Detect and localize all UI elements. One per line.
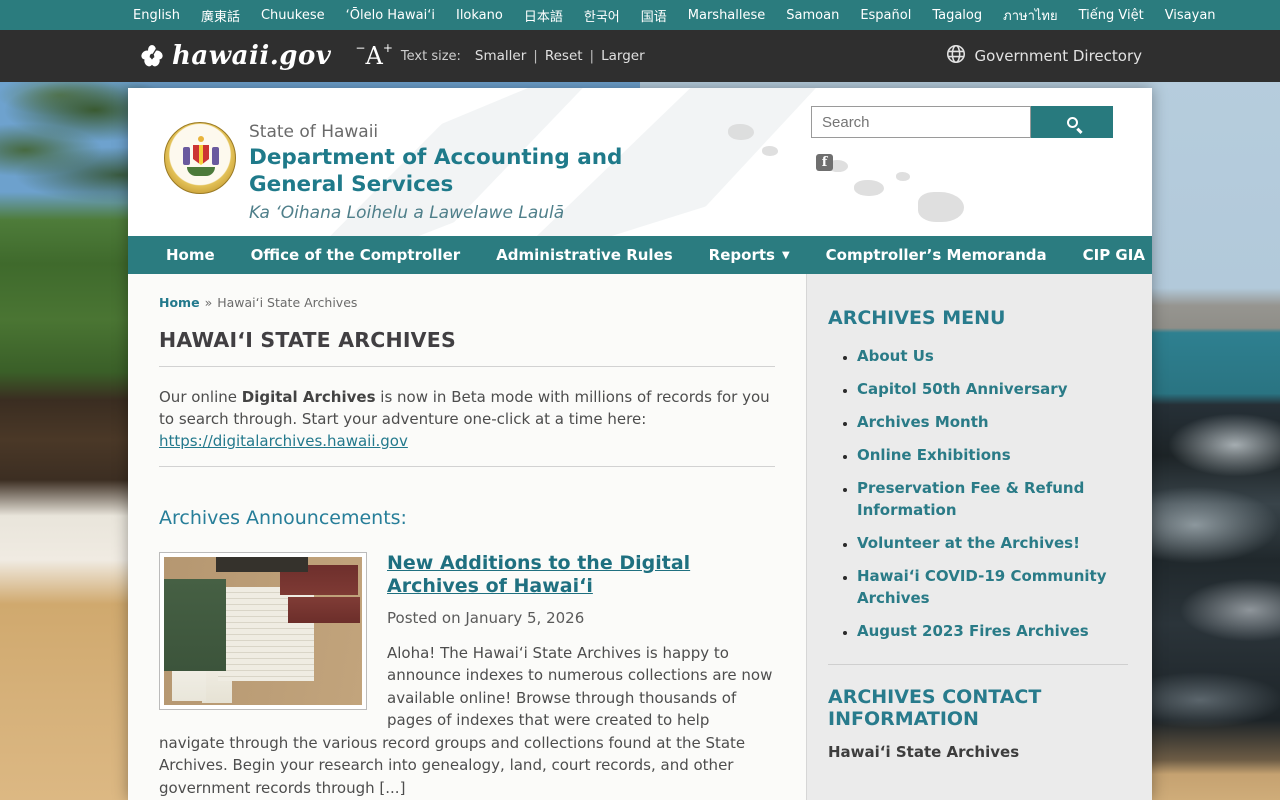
site-header: State of Hawaii Department of Accounting…	[128, 88, 1152, 236]
department-tagline: Ka ʻOihana Loihelu a Lawelawe Laulā	[249, 203, 669, 223]
language-link-hawaiian[interactable]: ʻŌlelo Hawaiʻi	[346, 8, 435, 23]
sidebar-item-about-us[interactable]: About Us	[857, 347, 934, 365]
list-item: Volunteer at the Archives!	[857, 532, 1128, 554]
language-bar: English 廣東話 Chuukese ʻŌlelo Hawaiʻi Ilok…	[0, 0, 1280, 30]
list-item: Hawaiʻi COVID-19 Community Archives	[857, 565, 1128, 609]
language-link-spanish[interactable]: Español	[860, 8, 911, 23]
announcement-post: New Additions to the Digital Archives of…	[159, 552, 775, 800]
language-link-vietnamese[interactable]: Tiếng Việt	[1079, 8, 1144, 23]
list-item: Preservation Fee & Refund Information	[857, 477, 1128, 521]
nav-item-home[interactable]: Home	[148, 246, 233, 264]
archive-books-photo	[164, 557, 362, 705]
page-panel: State of Hawaii Department of Accounting…	[128, 88, 1152, 800]
text-reset-link[interactable]: Reset	[545, 48, 583, 64]
archives-contact-heading: ARCHIVES CONTACT INFORMATION	[828, 687, 1058, 731]
list-item: Online Exhibitions	[857, 444, 1128, 466]
government-directory-link[interactable]: Government Directory	[945, 43, 1142, 69]
breadcrumb-separator: »	[205, 295, 213, 310]
search-input[interactable]	[811, 106, 1031, 138]
hibiscus-icon	[140, 44, 164, 68]
globe-icon	[945, 43, 967, 69]
sidebar-item-online-exhibitions[interactable]: Online Exhibitions	[857, 446, 1011, 464]
language-link-marshallese[interactable]: Marshallese	[688, 8, 766, 23]
nav-item-cip-gia[interactable]: CIP GIA	[1065, 246, 1163, 264]
sidebar-item-volunteer[interactable]: Volunteer at the Archives!	[857, 534, 1080, 552]
state-of-hawaii-seal	[164, 122, 236, 194]
list-item: About Us	[857, 345, 1128, 367]
archives-menu-heading: ARCHIVES MENU	[828, 308, 1128, 330]
divider	[828, 664, 1128, 665]
sidebar: ARCHIVES MENU About Us Capitol 50th Anni…	[806, 274, 1152, 800]
breadcrumb-home-link[interactable]: Home	[159, 295, 200, 310]
nav-item-office-of-the-comptroller[interactable]: Office of the Comptroller	[233, 246, 478, 264]
search-icon	[1067, 117, 1078, 128]
post-thumbnail-image[interactable]	[159, 552, 367, 710]
list-item: Archives Month	[857, 411, 1128, 433]
nav-item-administrative-rules[interactable]: Administrative Rules	[478, 246, 691, 264]
state-label: State of Hawaii	[249, 122, 669, 142]
intro-paragraph: Our online Digital Archives is now in Be…	[159, 386, 775, 452]
sidebar-item-covid-archives[interactable]: Hawaiʻi COVID-19 Community Archives	[857, 567, 1106, 607]
nav-item-reports[interactable]: Reports▼	[691, 246, 808, 264]
text-larger-link[interactable]: Larger	[601, 48, 645, 64]
islands-map-graphic	[728, 124, 754, 140]
announcements-heading: Archives Announcements:	[159, 507, 775, 529]
text-size-label: Text size:	[401, 49, 461, 64]
list-item: Capitol 50th Anniversary	[857, 378, 1128, 400]
islands-map-graphic	[854, 180, 884, 196]
sidebar-item-archives-month[interactable]: Archives Month	[857, 413, 989, 431]
islands-map-graphic	[896, 172, 910, 181]
post-title-link[interactable]: New Additions to the Digital Archives of…	[387, 552, 690, 597]
islands-map-graphic	[762, 146, 778, 156]
language-link-english[interactable]: English	[133, 8, 180, 23]
hawaii-gov-logo[interactable]: hawaii.gov	[140, 41, 331, 71]
archives-contact-name: Hawaiʻi State Archives	[828, 743, 1128, 761]
divider: |	[590, 48, 595, 64]
divider: |	[533, 48, 538, 64]
language-link-korean[interactable]: 한국어	[584, 6, 620, 25]
divider	[159, 366, 775, 367]
breadcrumb-current: Hawaiʻi State Archives	[217, 295, 357, 310]
search-form	[811, 106, 1113, 138]
government-directory-label: Government Directory	[975, 47, 1142, 65]
search-button[interactable]	[1031, 106, 1113, 138]
digital-archives-link[interactable]: https://digitalarchives.hawaii.gov	[159, 432, 408, 450]
main-navigation: Home Office of the Comptroller Administr…	[128, 236, 1152, 274]
department-title[interactable]: Department of Accounting and General Ser…	[249, 145, 649, 199]
chevron-down-icon: ▼	[782, 250, 790, 261]
divider	[159, 466, 775, 467]
hawaii-gov-wordmark: hawaii.gov	[172, 41, 331, 71]
text-smaller-link[interactable]: Smaller	[475, 48, 526, 64]
main-content: Home » Hawaiʻi State Archives HAWAIʻI STAT…	[128, 274, 806, 800]
nav-item-comptrollers-memoranda[interactable]: Comptroller’s Memoranda	[808, 246, 1065, 264]
islands-map-graphic	[918, 192, 964, 222]
language-link-tagalog[interactable]: Tagalog	[932, 8, 982, 23]
language-link-cantonese[interactable]: 廣東話	[201, 6, 240, 25]
breadcrumb: Home » Hawaiʻi State Archives	[159, 295, 775, 310]
archives-menu: About Us Capitol 50th Anniversary Archiv…	[828, 345, 1128, 642]
utility-bar: hawaii.gov −A+ Text size: Smaller | Reset |…	[0, 30, 1280, 82]
list-item: August 2023 Fires Archives	[857, 620, 1128, 642]
language-link-visayan[interactable]: Visayan	[1165, 8, 1216, 23]
sidebar-item-preservation-fee[interactable]: Preservation Fee & Refund Information	[857, 479, 1084, 519]
facebook-icon[interactable]: f	[816, 154, 833, 171]
text-size-icon: −A+	[355, 44, 392, 68]
sidebar-item-capitol-50th[interactable]: Capitol 50th Anniversary	[857, 380, 1067, 398]
page-title: HAWAIʻI STATE ARCHIVES	[159, 328, 775, 352]
language-link-japanese[interactable]: 日本語	[524, 6, 563, 25]
language-link-ilokano[interactable]: Ilokano	[456, 8, 503, 23]
language-link-samoan[interactable]: Samoan	[786, 8, 839, 23]
language-link-mandarin[interactable]: 国语	[641, 6, 667, 25]
sidebar-item-fires-archives[interactable]: August 2023 Fires Archives	[857, 622, 1089, 640]
language-link-thai[interactable]: ภาษาไทย	[1003, 5, 1057, 26]
language-link-chuukese[interactable]: Chuukese	[261, 8, 325, 23]
